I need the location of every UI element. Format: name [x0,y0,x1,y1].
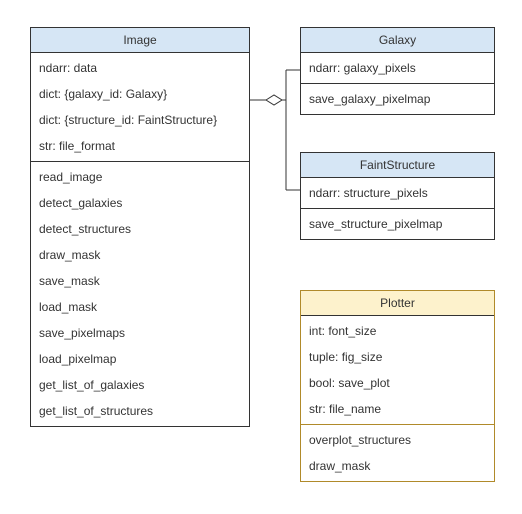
class-plotter: Plotter int: font_size tuple: fig_size b… [300,290,495,482]
method-row: read_image [31,164,249,190]
attr-row: int: font_size [301,318,494,344]
method-row: save_pixelmaps [31,320,249,346]
attr-row: dict: {galaxy_id: Galaxy} [31,81,249,107]
class-galaxy-attributes: ndarr: galaxy_pixels [301,53,494,83]
class-faintstructure-title: FaintStructure [301,153,494,178]
class-plotter-methods: overplot_structures draw_mask [301,424,494,481]
class-galaxy-methods: save_galaxy_pixelmap [301,83,494,114]
class-galaxy: Galaxy ndarr: galaxy_pixels save_galaxy_… [300,27,495,115]
class-plotter-attributes: int: font_size tuple: fig_size bool: sav… [301,316,494,424]
attr-row: ndarr: galaxy_pixels [301,55,494,81]
method-row: detect_galaxies [31,190,249,216]
class-plotter-title: Plotter [301,291,494,316]
method-row: get_list_of_structures [31,398,249,424]
class-image-title: Image [31,28,249,53]
attr-row: tuple: fig_size [301,344,494,370]
method-row: get_list_of_galaxies [31,372,249,398]
method-row: draw_mask [31,242,249,268]
attr-row: bool: save_plot [301,370,494,396]
attr-row: ndarr: data [31,55,249,81]
method-row: overplot_structures [301,427,494,453]
attr-row: str: file_name [301,396,494,422]
attr-row: str: file_format [31,133,249,159]
method-row: detect_structures [31,216,249,242]
method-row: save_structure_pixelmap [301,211,494,237]
method-row: load_pixelmap [31,346,249,372]
method-row: save_mask [31,268,249,294]
method-row: load_mask [31,294,249,320]
class-image: Image ndarr: data dict: {galaxy_id: Gala… [30,27,250,427]
class-faintstructure: FaintStructure ndarr: structure_pixels s… [300,152,495,240]
method-row: save_galaxy_pixelmap [301,86,494,112]
class-galaxy-title: Galaxy [301,28,494,53]
method-row: draw_mask [301,453,494,479]
class-image-attributes: ndarr: data dict: {galaxy_id: Galaxy} di… [31,53,249,161]
class-faintstructure-methods: save_structure_pixelmap [301,208,494,239]
class-image-methods: read_image detect_galaxies detect_struct… [31,161,249,426]
class-faintstructure-attributes: ndarr: structure_pixels [301,178,494,208]
aggregation-diamond-icon [266,95,282,105]
attr-row: dict: {structure_id: FaintStructure} [31,107,249,133]
attr-row: ndarr: structure_pixels [301,180,494,206]
uml-canvas: Image ndarr: data dict: {galaxy_id: Gala… [0,0,522,514]
